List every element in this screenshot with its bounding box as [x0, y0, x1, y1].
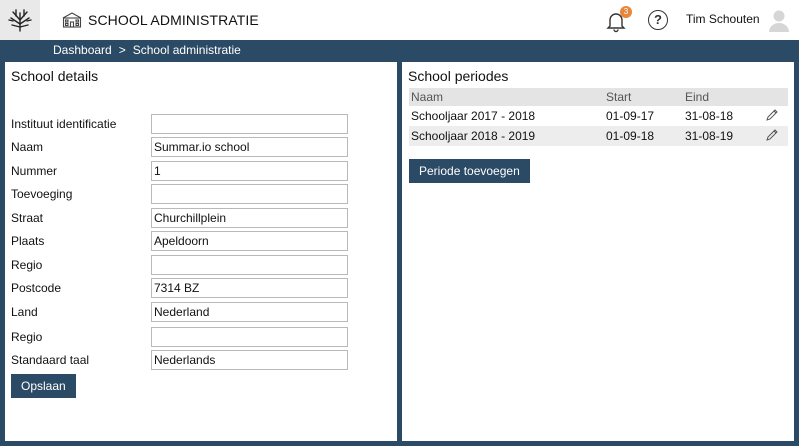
field-label: Straat: [11, 211, 44, 225]
user-name[interactable]: Tim Schouten: [686, 12, 760, 26]
field-label: Standaard taal: [11, 353, 90, 367]
field-country: Land: [11, 302, 391, 322]
field-street: Straat: [11, 208, 391, 228]
default-language-input[interactable]: [151, 350, 348, 370]
region-2-input[interactable]: [151, 327, 348, 347]
breadcrumb-item-dashboard[interactable]: Dashboard: [53, 43, 112, 57]
save-button[interactable]: Opslaan: [11, 374, 76, 398]
notification-count-badge: 3: [620, 6, 632, 18]
field-postcode: Postcode: [11, 278, 391, 298]
breadcrumb: Dashboard > School administratie: [53, 42, 241, 58]
pencil-icon[interactable]: [765, 108, 779, 122]
city-input[interactable]: [151, 231, 348, 251]
addition-input[interactable]: [151, 184, 348, 204]
field-number: Nummer: [11, 161, 391, 181]
field-city: Plaats: [11, 231, 391, 251]
breadcrumb-item-current: School administratie: [132, 43, 241, 57]
field-label: Land: [11, 305, 38, 319]
school-periods-panel: School periodes Naam Start Eind Schoolja…: [402, 62, 794, 441]
field-label: Instituut identificatie: [11, 117, 117, 131]
column-header-start: Start: [606, 90, 632, 104]
table-header: Naam Start Eind: [409, 88, 788, 106]
field-label: Plaats: [11, 234, 45, 248]
region-input[interactable]: [151, 255, 348, 275]
add-period-button[interactable]: Periode toevoegen: [409, 159, 530, 183]
school-building-icon: [62, 12, 82, 28]
school-details-panel: School details Instituut identificatie N…: [5, 62, 397, 441]
top-bar: SCHOOL ADMINISTRATIE 3 ? Tim Schouten: [0, 0, 799, 40]
number-input[interactable]: [151, 161, 348, 181]
street-input[interactable]: [151, 208, 348, 228]
period-start: 01-09-18: [606, 129, 655, 143]
field-default-language: Standaard taal: [11, 350, 391, 370]
periods-table: Naam Start Eind Schooljaar 2017 - 2018 0…: [409, 88, 788, 146]
pencil-icon[interactable]: [765, 128, 779, 142]
table-row: Schooljaar 2018 - 2019 01-09-18 31-08-19: [409, 126, 788, 146]
country-input[interactable]: [151, 302, 348, 322]
field-label: Regio: [11, 258, 43, 272]
field-name: Naam: [11, 137, 391, 157]
app-title-text: SCHOOL ADMINISTRATIE: [88, 12, 259, 28]
field-region: Regio: [11, 255, 391, 275]
user-avatar-icon[interactable]: [767, 8, 791, 32]
school-details-title: School details: [11, 68, 99, 84]
field-label: Regio: [11, 330, 43, 344]
field-institute-id: Instituut identificatie: [11, 114, 391, 134]
field-label: Naam: [11, 140, 44, 154]
help-icon[interactable]: ?: [648, 10, 668, 30]
period-name: Schooljaar 2017 - 2018: [411, 109, 536, 123]
field-label: Nummer: [11, 164, 58, 178]
institute-id-input[interactable]: [151, 114, 348, 134]
period-end: 31-08-19: [685, 129, 734, 143]
name-input[interactable]: [151, 137, 348, 157]
field-addition: Toevoeging: [11, 184, 391, 204]
postcode-input[interactable]: [151, 278, 348, 298]
period-start: 01-09-17: [606, 109, 655, 123]
column-header-name: Naam: [411, 90, 444, 104]
field-label: Postcode: [11, 281, 62, 295]
tree-logo-icon[interactable]: [0, 0, 40, 40]
table-row: Schooljaar 2017 - 2018 01-09-17 31-08-18: [409, 106, 788, 126]
app-title: SCHOOL ADMINISTRATIE: [62, 10, 259, 30]
period-end: 31-08-18: [685, 109, 734, 123]
breadcrumb-separator: >: [118, 43, 126, 57]
field-label: Toevoeging: [11, 187, 73, 201]
school-periods-title: School periodes: [408, 68, 509, 84]
field-region-2: Regio: [11, 327, 391, 347]
column-header-end: Eind: [685, 90, 710, 104]
period-name: Schooljaar 2018 - 2019: [411, 129, 536, 143]
